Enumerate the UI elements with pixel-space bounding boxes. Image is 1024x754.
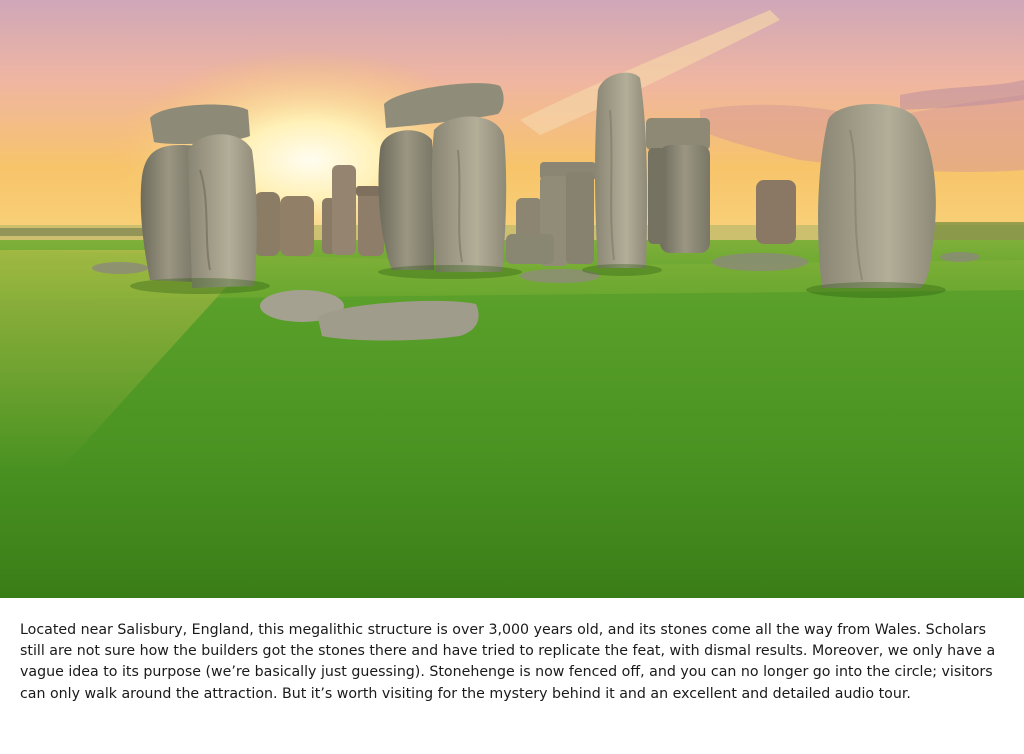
distant-field <box>930 222 1024 240</box>
right-standing-stone <box>818 103 936 289</box>
left-trilithon <box>140 104 257 288</box>
photo-illustration <box>0 0 1024 598</box>
stonehenge-photo <box>0 0 1024 598</box>
center-trilithon <box>378 83 507 273</box>
photo-caption: Located near Salisbury, England, this me… <box>20 622 996 702</box>
tall-pillar <box>595 72 648 268</box>
